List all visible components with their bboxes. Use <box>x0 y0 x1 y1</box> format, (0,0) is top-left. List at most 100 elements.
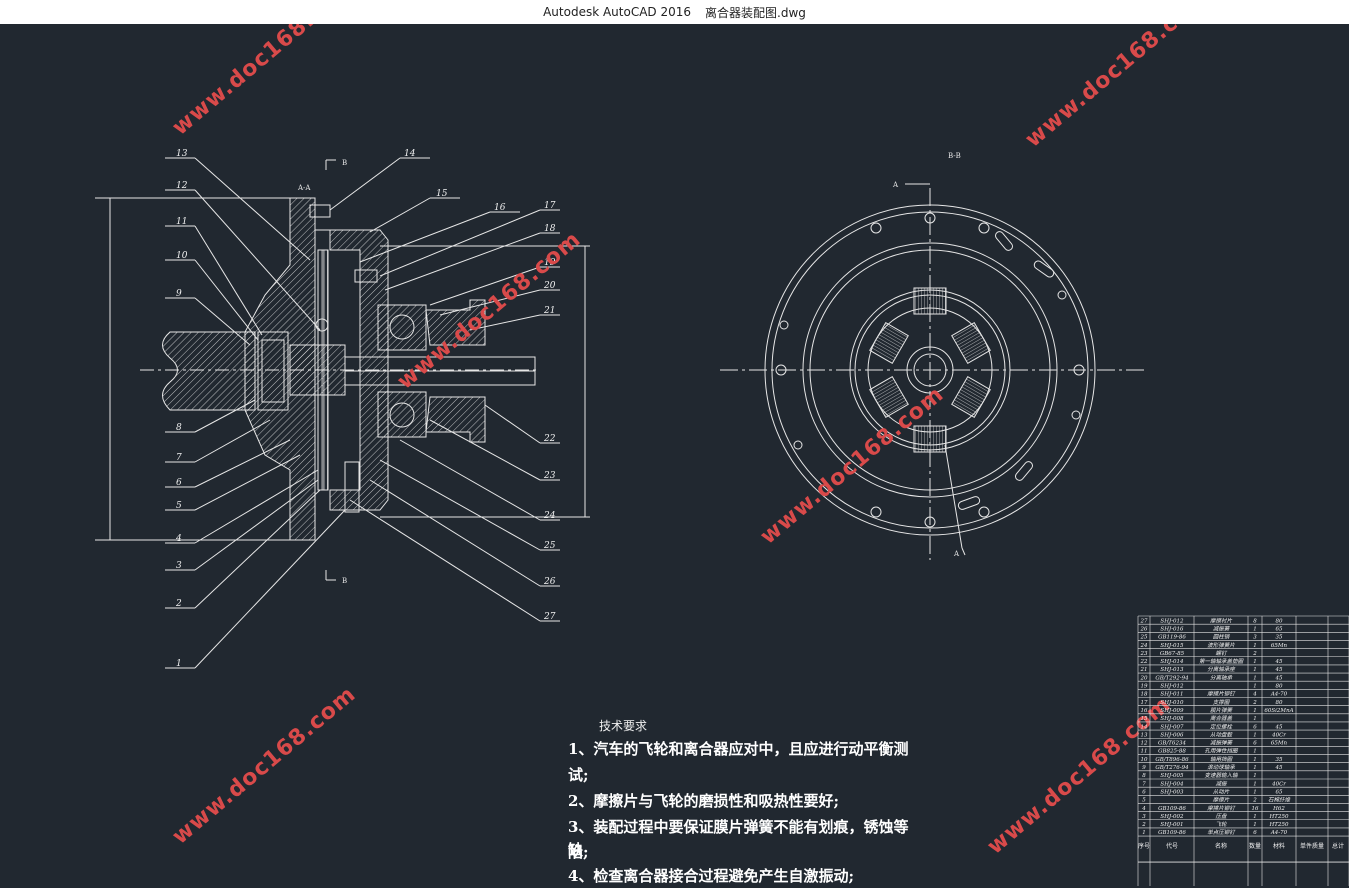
parts-footer-label: 序号 <box>1138 842 1150 850</box>
parts-cell: 减振弹簧 <box>1210 740 1234 747</box>
parts-cell: 6 <box>1253 741 1257 747</box>
parts-cell: 摩擦片铆钉 <box>1207 691 1236 698</box>
parts-cell: 分离轴承座 <box>1207 666 1236 673</box>
parts-footer-label: 数量 <box>1249 842 1261 850</box>
parts-cell: 从动片 <box>1213 788 1230 795</box>
parts-cell: SHJ-005 <box>1160 773 1184 779</box>
parts-cell: 1 <box>1253 708 1257 714</box>
parts-cell: 65Mn <box>1271 741 1288 747</box>
parts-cell: 1 <box>1253 643 1257 649</box>
parts-cell: 1 <box>1253 781 1257 787</box>
parts-cell: 1 <box>1253 814 1257 820</box>
parts-cell: 膜片弹簧 <box>1210 707 1234 714</box>
parts-cell: GB67-85 <box>1160 651 1185 657</box>
parts-cell: 2 <box>1141 822 1146 828</box>
parts-cell: 45 <box>1275 659 1283 665</box>
parts-cell: GB/T292-94 <box>1155 675 1189 681</box>
parts-cell: 8 <box>1253 618 1257 624</box>
parts-cell: 减振簧 <box>1213 625 1231 632</box>
parts-cell: 1 <box>1253 749 1257 755</box>
file-name: 离合器装配图.dwg <box>705 5 806 20</box>
parts-cell: GB825-88 <box>1158 749 1186 755</box>
parts-cell: 19 <box>1141 684 1148 690</box>
parts-cell: 35 <box>1276 635 1283 641</box>
parts-cell: 9 <box>1142 765 1146 771</box>
parts-cell: 飞轮 <box>1215 821 1227 828</box>
parts-cell: 24 <box>1140 643 1148 649</box>
parts-cell: 12 <box>1141 741 1148 747</box>
parts-cell: 2 <box>1252 798 1257 804</box>
parts-cell: 1 <box>1253 626 1257 632</box>
parts-cell: 支撑圈 <box>1213 699 1231 706</box>
parts-cell: HT250 <box>1269 814 1289 820</box>
parts-cell: 1 <box>1253 675 1257 681</box>
section-label-bb: B-B <box>948 152 961 160</box>
leader-number: 18 <box>544 224 556 234</box>
parts-cell: 65 <box>1276 626 1283 632</box>
parts-cell: 定位螺栓 <box>1210 723 1234 730</box>
parts-cell: GB119-86 <box>1158 635 1186 641</box>
parts-cell: 压盘 <box>1215 813 1228 820</box>
leader-number: 4 <box>175 534 182 544</box>
parts-cell: 1 <box>1253 684 1257 690</box>
parts-cell: 11 <box>1141 749 1148 755</box>
watermark-text: www.doc168.com <box>1021 24 1214 153</box>
parts-cell: 1 <box>1253 773 1257 779</box>
leader-number: 1 <box>176 659 182 669</box>
parts-cell: 26 <box>1140 626 1148 632</box>
parts-cell: 摩擦片 <box>1213 797 1230 804</box>
parts-cell: 18 <box>1141 692 1148 698</box>
parts-cell: 波形弹簧片 <box>1207 642 1235 649</box>
parts-cell: 螺钉 <box>1215 650 1228 657</box>
window-title-bar: Autodesk AutoCAD 2016 离合器装配图.dwg <box>0 0 1349 24</box>
parts-cell: 45 <box>1275 724 1283 730</box>
parts-cell: 17 <box>1141 700 1148 706</box>
parts-cell: 16 <box>1252 806 1259 812</box>
parts-cell: SHJ-002 <box>1160 814 1184 820</box>
parts-cell: GB109-86 <box>1158 830 1186 836</box>
parts-cell: 16 <box>1141 708 1148 714</box>
parts-cell: 摩擦衬片 <box>1210 617 1233 624</box>
parts-cell: GB109-86 <box>1158 806 1186 812</box>
parts-footer-label: 代号 <box>1166 842 1178 850</box>
parts-cell: 1 <box>1253 667 1257 673</box>
parts-cell: 80 <box>1276 700 1283 706</box>
leader-number: 16 <box>494 203 506 213</box>
parts-cell: SHJ-001 <box>1160 822 1183 828</box>
marker-a-top: A <box>892 181 899 189</box>
parts-cell: 8 <box>1142 773 1146 779</box>
parts-cell: SHJ-014 <box>1160 659 1184 665</box>
parts-table: 27 SHJ-012 摩擦衬片 8 8026 SHJ-016 减振簧 1 6525 GB119-8… <box>1137 615 1349 886</box>
parts-cell: SHJ-010 <box>1160 700 1184 706</box>
parts-cell: 2 <box>1252 651 1257 657</box>
parts-cell: 1 <box>1253 716 1257 722</box>
parts-cell: SHJ-004 <box>1160 781 1184 787</box>
parts-cell: 80 <box>1276 618 1283 624</box>
parts-cell: SHJ-011 <box>1160 692 1183 698</box>
parts-cell: SHJ-006 <box>1160 732 1184 738</box>
leader-number: 26 <box>543 577 556 587</box>
parts-cell: 1 <box>1253 765 1257 771</box>
parts-cell: 4 <box>1252 692 1257 698</box>
parts-cell: GB/T896-86 <box>1155 757 1189 763</box>
parts-cell: 单点压铆钉 <box>1207 829 1236 836</box>
parts-cell: 5 <box>1142 798 1146 804</box>
parts-cell: 石棉纤维 <box>1268 797 1292 804</box>
parts-cell: 圆柱销 <box>1213 634 1231 641</box>
leader-number: 5 <box>176 501 182 511</box>
parts-cell: 27 <box>1140 618 1148 624</box>
parts-cell: 第一轴轴承盖垫圈 <box>1199 658 1245 665</box>
parts-cell: 25 <box>1140 635 1148 641</box>
parts-cell: SHJ-015 <box>1160 643 1184 649</box>
parts-cell: 2 <box>1252 700 1257 706</box>
parts-cell: 1 <box>1253 789 1257 795</box>
parts-cell: SHJ-012 <box>1160 618 1184 624</box>
parts-cell: SHJ-012 <box>1160 684 1184 690</box>
parts-cell: 减振 <box>1215 780 1228 787</box>
app-title: Autodesk AutoCAD 2016 <box>543 5 692 19</box>
parts-cell: H62 <box>1272 806 1285 812</box>
parts-cell: SHJ-013 <box>1160 667 1184 673</box>
parts-cell: 21 <box>1140 667 1148 673</box>
drawing-canvas[interactable]: A-A B-B B B A A 13 12 11 10 9 8 7 6 5 4 … <box>0 24 1349 886</box>
parts-cell: 从动盘毂 <box>1210 731 1233 738</box>
